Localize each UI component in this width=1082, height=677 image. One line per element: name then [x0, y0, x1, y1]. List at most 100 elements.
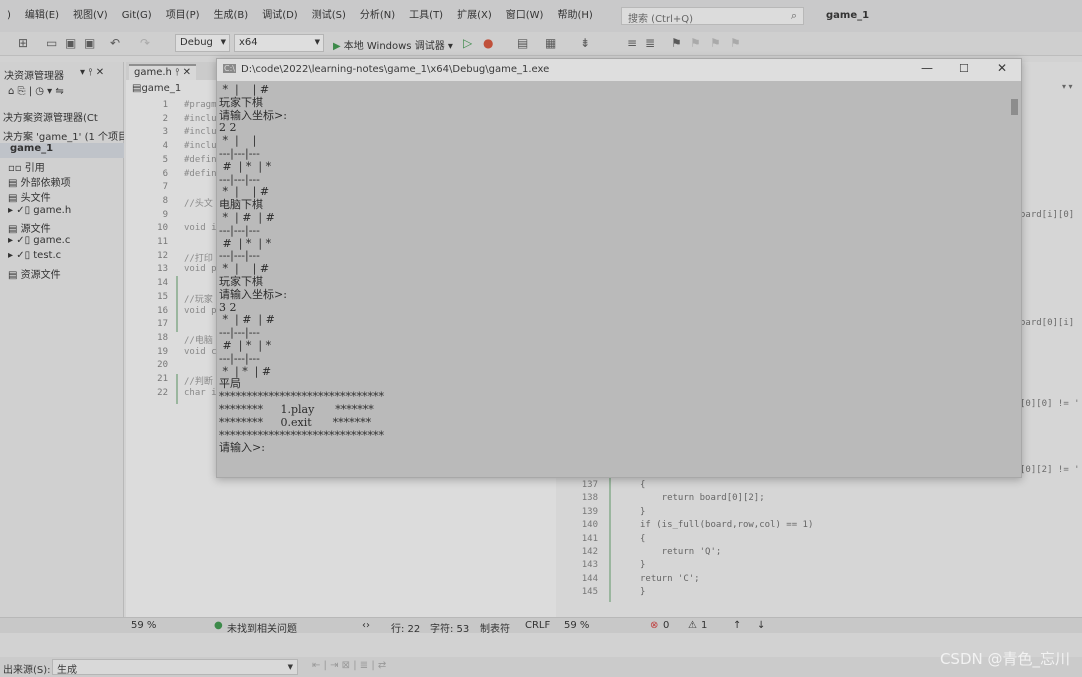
- platform-dropdown[interactable]: x64 ▼: [234, 34, 324, 52]
- outdent-icon[interactable]: ≣: [645, 36, 655, 50]
- line-number: 21: [157, 374, 168, 384]
- start-without-debug-icon[interactable]: ▷: [463, 36, 472, 50]
- warning-count[interactable]: 1: [701, 620, 707, 631]
- tab-game-h[interactable]: game.h ⫯ ✕: [129, 64, 197, 80]
- tree-item-label: 外部依赖项: [20, 178, 71, 189]
- indent-icon[interactable]: ≡: [627, 36, 637, 50]
- config-dropdown[interactable]: Debug ▼: [175, 34, 230, 52]
- line-code: //判断: [184, 377, 213, 387]
- menu-item[interactable]: 生成(B): [207, 0, 256, 32]
- arrow-down-icon[interactable]: ↓: [757, 620, 765, 631]
- tree-item-source-files[interactable]: ▤ 源文件: [0, 220, 124, 235]
- line-code: void p: [184, 305, 217, 316]
- menu-item[interactable]: 工具(T): [402, 0, 450, 32]
- bookmark-next-icon[interactable]: ⚑: [710, 36, 721, 50]
- hot-reload-icon[interactable]: ●: [483, 36, 493, 50]
- output-tool-icon[interactable]: ⇤ | ⇥ ⊠ | ≣ | ⇄: [312, 660, 386, 671]
- tree-item-header-files[interactable]: ▤ 头文件: [0, 189, 124, 204]
- menu-item[interactable]: 分析(N): [353, 0, 402, 32]
- tree-item-label: 源文件: [20, 224, 51, 235]
- arrow-up-icon[interactable]: ↑: [733, 620, 741, 631]
- redo-icon[interactable]: ↷: [140, 36, 150, 50]
- line-endings[interactable]: CRLF: [525, 620, 550, 631]
- console-line: 请输入坐标>:: [219, 108, 287, 122]
- menu-item[interactable]: 测试(S): [305, 0, 353, 32]
- step-icon[interactable]: ⇟: [580, 36, 590, 50]
- change-marker: [176, 276, 178, 332]
- file-icon: ▸ ✓▯: [8, 235, 34, 246]
- tree-item-game-c[interactable]: ▸ ✓▯ game.c: [0, 235, 124, 250]
- new-project-icon[interactable]: ⊞: [18, 36, 28, 50]
- platform-value: x64: [239, 37, 258, 48]
- console-line: 请输入坐标>:: [219, 287, 287, 301]
- undo-icon[interactable]: ↶: [110, 36, 120, 50]
- browser-icon[interactable]: ▤: [517, 36, 528, 50]
- bookmark-icon[interactable]: ⚑: [671, 36, 682, 50]
- console-line: ---|---|---: [219, 326, 260, 340]
- nav-dropdown[interactable]: ▤game_1: [132, 83, 222, 97]
- issues-status[interactable]: 未找到相关问题: [227, 620, 297, 635]
- menu-item[interactable]: 视图(V): [66, 0, 115, 32]
- menu-item[interactable]: 编辑(E): [18, 0, 66, 32]
- cursor-line: 行: 22: [391, 624, 421, 635]
- project-node[interactable]: game_1: [0, 143, 124, 158]
- line-code: //打印: [184, 253, 213, 264]
- console-line: * | # | #: [219, 313, 275, 327]
- warning-icon: ⚠: [688, 620, 697, 631]
- change-marker: [176, 374, 178, 404]
- explorer-search[interactable]: 决方案资源管理器(Ct: [0, 109, 124, 124]
- solution-node[interactable]: 决方案 'game_1' (1 个项目: [0, 128, 124, 143]
- line-number: 17: [157, 319, 168, 330]
- tab-mode[interactable]: 制表符: [480, 620, 510, 635]
- tree-item-resource-files[interactable]: ▤ 资源文件: [0, 266, 124, 281]
- output-source-dropdown[interactable]: 生成 ▼: [52, 659, 298, 676]
- open-icon[interactable]: ▭: [46, 36, 57, 50]
- chevron-down-icon: ▼: [220, 38, 226, 46]
- code-fragment: oard[0][i]: [1020, 318, 1075, 328]
- tree-item-label: game.h: [33, 205, 72, 216]
- tree-item-references[interactable]: ▫▫ 引用: [0, 159, 124, 174]
- search-box[interactable]: 搜索 (Ctrl+Q) ⌕: [621, 7, 804, 25]
- cursor-char: 字符: 53: [430, 624, 470, 635]
- save-icon[interactable]: ▣: [65, 36, 76, 50]
- close-button[interactable]: ✕: [997, 61, 1007, 75]
- console-scrollbar[interactable]: [1011, 99, 1018, 115]
- line-number: 11: [157, 237, 168, 247]
- run-debugger-button[interactable]: ▶ 本地 Windows 调试器 ▾: [333, 37, 453, 52]
- console-app-icon: C:\: [223, 64, 236, 73]
- menu-item[interactable]: 扩展(X): [450, 0, 499, 32]
- menu-item[interactable]: Git(G): [115, 0, 159, 32]
- save-all-icon[interactable]: ▣: [84, 36, 95, 50]
- bookmark-clear-icon[interactable]: ⚑: [730, 36, 741, 50]
- line-number: 5: [162, 154, 168, 165]
- line-number: 2: [162, 113, 168, 124]
- chevron-down-icon: ▼: [314, 38, 320, 46]
- bookmark-prev-icon[interactable]: ⚑: [690, 36, 701, 50]
- console-body[interactable]: * | | # 玩家下棋 请输入坐标>: 2 2 * | | ---|---|--- #…: [217, 81, 1021, 477]
- tree-item-test-c[interactable]: ▸ ✓▯ test.c: [0, 250, 124, 265]
- menu-item[interactable]: 帮助(H): [550, 0, 599, 32]
- tab-label: game.h: [134, 67, 172, 78]
- menu-bar: ) 编辑(E) 视图(V) Git(G) 项目(P) 生成(B) 调试(D) 测试(S) 分析…: [0, 0, 1082, 32]
- line-number: 22: [157, 387, 168, 398]
- pin-icon[interactable]: ⫯: [175, 67, 179, 78]
- pin-icon[interactable]: ▾ ⫯ ✕: [80, 67, 104, 78]
- line-code: return board[0][2];: [640, 493, 765, 504]
- minimize-button[interactable]: —: [921, 61, 933, 75]
- tree-item-game-h[interactable]: ▸ ✓▯ game.h: [0, 205, 124, 220]
- menu-item[interactable]: 窗口(W): [499, 0, 551, 32]
- menu-item[interactable]: 调试(D): [255, 0, 305, 32]
- zoom-level[interactable]: 59 %: [131, 620, 156, 631]
- tree-item-external-deps[interactable]: ▤ 外部依赖项: [0, 174, 124, 189]
- layout-icon[interactable]: ▦: [545, 36, 556, 50]
- console-window[interactable]: C:\ D:\code\2022\learning-notes\game_1\x…: [216, 58, 1022, 478]
- maximize-button[interactable]: ☐: [959, 62, 969, 75]
- menu-item[interactable]: 项目(P): [159, 0, 207, 32]
- tree-item-label: 引用: [24, 163, 45, 174]
- zoom-level-right[interactable]: 59 %: [564, 620, 589, 631]
- nav-dropdown-right[interactable]: ▾ ▾: [1062, 82, 1082, 96]
- close-icon[interactable]: ✕: [183, 67, 191, 78]
- line-number: 142: [581, 547, 598, 557]
- error-count[interactable]: 0: [663, 620, 669, 631]
- line-code: //头文: [184, 198, 213, 209]
